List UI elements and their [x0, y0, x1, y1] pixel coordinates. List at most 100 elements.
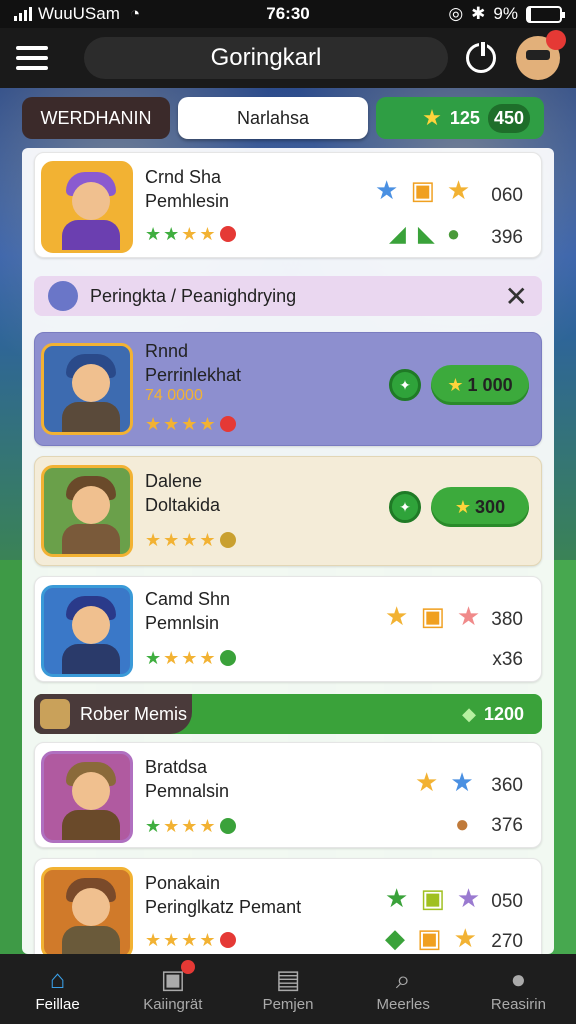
profile-icon	[48, 281, 78, 311]
reward-icons: ★ ▣ ★	[385, 885, 480, 911]
home-icon: ⌂	[49, 963, 66, 994]
leaf-icon: ◢	[389, 221, 406, 246]
close-icon[interactable]: ✕	[505, 280, 528, 313]
badge-icon: ▣	[420, 883, 445, 913]
menu-icon[interactable]	[16, 46, 48, 70]
battery-percent: 9%	[493, 4, 518, 23]
tab-score[interactable]: ★ 125 450	[376, 97, 544, 139]
score-value: x36	[492, 649, 523, 670]
nav-label: Pemjen	[262, 995, 314, 1013]
green-star-icon: ★	[385, 883, 409, 913]
tab-narlahsa[interactable]: Narlahsa	[178, 97, 368, 139]
reward-icons: ★ ★	[415, 769, 474, 795]
rating-stars: ★ ★ ★ ★	[145, 225, 236, 243]
player-subtitle: Pemhlesin	[145, 191, 230, 211]
profile-icon: ●	[510, 963, 527, 994]
character-thumbnail	[41, 161, 133, 253]
badge-icon: ▣	[417, 923, 442, 953]
power-icon[interactable]	[466, 40, 496, 73]
reward-banner-label: Rober Memis	[80, 703, 188, 724]
reward-icons: ◆ ▣ ★	[385, 925, 477, 951]
score-value: 125	[449, 107, 480, 128]
signal-icon	[14, 7, 32, 21]
score-value: 060	[491, 185, 523, 206]
list-item[interactable]: Camd Shn Pemnlsin ★ ★ ★ ★ ★ ▣ ★ 380 x36	[34, 576, 542, 682]
list-item[interactable]: Ponakain Peringlkatz Pemant ★ ★ ★ ★ ★ ▣ ★ 0…	[34, 858, 542, 954]
player-subtitle: Pemnlsin	[145, 613, 220, 633]
alarm-icon: ◎	[448, 4, 464, 23]
rating-stars: ★ ★ ★ ★	[145, 415, 236, 433]
tab-row: WERDHANIN Narlahsa ★ 125 450	[22, 97, 544, 139]
star-icon: ★	[422, 105, 442, 130]
list-item[interactable]: Dalene Doltakida ★ ★ ★ ★ ✦ ★ 300	[34, 456, 542, 566]
add-icon[interactable]: ✦	[389, 491, 421, 523]
fist-icon: ●	[455, 811, 470, 838]
gem-icon: ●	[446, 221, 461, 246]
reward-icon	[40, 699, 70, 729]
character-thumbnail	[41, 465, 133, 557]
character-thumbnail	[41, 751, 133, 843]
rating-stars: ★ ★ ★ ★	[145, 817, 236, 835]
gift-icon: ▤	[275, 963, 301, 994]
badge-icon: ▣	[420, 601, 445, 631]
battery-icon	[526, 5, 565, 23]
leaf-icon: ◣	[417, 221, 435, 246]
add-icon[interactable]: ✦	[389, 369, 421, 401]
notification-badge	[546, 30, 566, 50]
player-subtitle: Peringlkatz Pemant	[145, 897, 302, 917]
character-thumbnail	[41, 867, 133, 954]
star-icon: ★	[415, 767, 439, 797]
reward-icons: ★ ▣ ★	[385, 603, 480, 629]
nav-home[interactable]: ⌂ Feillae	[0, 954, 115, 1024]
reward-banner[interactable]: Rober Memis ◆ 1200	[34, 694, 542, 734]
notification-dot	[181, 960, 196, 974]
score-value: 270	[491, 931, 523, 952]
score-value: 380	[491, 609, 523, 630]
nav-label: Reasirin	[490, 995, 546, 1013]
player-subtitle: Doltakida	[145, 495, 221, 515]
info-banner: Peringkta / Peanighdrying ✕	[34, 276, 542, 316]
player-name: Crnd Sha	[145, 167, 222, 187]
list-item[interactable]: Crnd Sha Pemhlesin ★ ★ ★ ★ ★ ▣ ★ 060 ◢ ◣ ● …	[34, 152, 542, 258]
claim-button[interactable]: ★ 1 000	[431, 365, 529, 405]
list-item[interactable]: Rnnd Perrinlekhat 74 0000 ★ ★ ★ ★ ✦ ★ 1 000	[34, 332, 542, 446]
info-banner-label: Peringkta / Peanighdrying	[90, 285, 297, 306]
app-header: Goringkarl	[0, 28, 576, 88]
nav-ranking[interactable]: ▣ Kaiingrät	[115, 954, 230, 1024]
nav-gift[interactable]: ▤ Pemjen	[230, 954, 345, 1024]
page-title: Goringkarl	[84, 37, 448, 79]
search-icon: ⌕	[395, 963, 411, 994]
star-icon: ★	[446, 175, 471, 205]
gem-icon: ◆	[385, 923, 405, 953]
nav-profile[interactable]: ● Reasirin	[461, 954, 576, 1024]
purple-star-icon: ★	[456, 883, 481, 913]
player-name: Ponakain	[145, 873, 221, 893]
bluetooth-icon: ✱	[471, 4, 486, 23]
nav-label: Meerles	[376, 995, 430, 1013]
claim-button[interactable]: ★ 300	[431, 487, 529, 527]
reward-amount-group: ◆ 1200	[462, 704, 524, 725]
avatar[interactable]	[516, 30, 566, 80]
score-value: 396	[491, 227, 523, 248]
gem-icon: ◆	[462, 703, 476, 724]
reward-icons: ◢ ◣ ●	[389, 223, 460, 245]
blue-star-icon: ★	[375, 175, 399, 205]
rating-stars: ★ ★ ★ ★	[145, 649, 236, 667]
nav-label: Kaiingrät	[143, 995, 203, 1013]
reward-icons: ★ ▣ ★	[375, 177, 470, 203]
badge-icon: ▣	[410, 175, 435, 205]
score-value: 376	[491, 815, 523, 836]
tab-werdhanin[interactable]: WERDHANIN	[22, 97, 170, 139]
player-name: Rnnd	[145, 341, 189, 361]
character-thumbnail	[41, 343, 133, 435]
player-name: Dalene	[145, 471, 203, 491]
ranking-list: Crnd Sha Pemhlesin ★ ★ ★ ★ ★ ▣ ★ 060 ◢ ◣ ● …	[22, 148, 554, 954]
score-extra: 450	[487, 103, 530, 133]
carrier-name: WuuUSam	[38, 4, 120, 23]
reward-banner-label-box: Rober Memis	[34, 694, 192, 734]
status-bar: WuuUSam ◔ 76:30 ◎ ✱ 9%	[0, 0, 576, 28]
nav-search[interactable]: ⌕ Meerles	[346, 954, 461, 1024]
claim-amount: 300	[475, 496, 506, 517]
score-value: 360	[491, 775, 523, 796]
list-item[interactable]: Bratdsa Pemnalsin ★ ★ ★ ★ ★ ★ 360 ● 376	[34, 742, 542, 848]
